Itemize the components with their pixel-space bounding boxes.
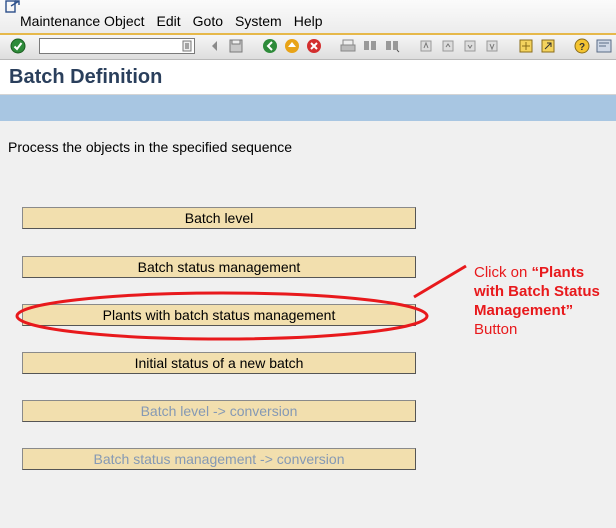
callout-suffix: Button [474,321,518,338]
customize-layout-icon[interactable] [596,38,612,54]
command-dropdown-icon[interactable] [182,40,192,52]
find-icon[interactable] [362,38,378,54]
back-icon[interactable] [262,38,278,54]
command-input[interactable] [40,42,182,56]
command-field[interactable] [39,38,195,56]
callout-prefix: Click on [474,264,532,281]
plants-with-batch-status-management-button[interactable]: Plants with batch status management [22,304,416,326]
svg-text:?: ? [579,42,585,53]
menu-edit[interactable]: Edit [157,13,181,29]
application-toolbar [0,95,616,121]
callout-arrow [413,264,467,299]
menu-goto[interactable]: Goto [193,13,223,29]
page-title: Batch Definition [9,66,163,88]
help-icon[interactable]: ? [574,38,590,54]
enter-checkmark-icon[interactable] [10,38,26,54]
shortcut-icon[interactable] [540,38,556,54]
exit-icon[interactable] [284,38,300,54]
initial-status-new-batch-button[interactable]: Initial status of a new batch [22,352,416,374]
title-bar: Batch Definition [0,60,616,95]
menu-system[interactable]: System [235,13,282,29]
print-icon[interactable] [340,38,356,54]
menu-help[interactable]: Help [294,13,323,29]
batch-status-management-conversion-button: Batch status management -> conversion [22,448,416,470]
last-page-icon[interactable] [484,38,500,54]
back-nav-icon[interactable] [207,38,223,54]
batch-level-conversion-button: Batch level -> conversion [22,400,416,422]
exit-arrow-icon[interactable] [5,0,21,14]
save-icon[interactable] [228,38,244,54]
create-session-icon[interactable] [518,38,534,54]
menu-bar: Maintenance Object Edit Goto System Help [0,0,616,35]
menu-maintenance-object[interactable]: Maintenance Object [20,13,145,29]
first-page-icon[interactable] [418,38,434,54]
cancel-icon[interactable] [306,38,322,54]
callout-text: Click on “Plants with Batch Status Manag… [474,263,614,339]
instruction-text: Process the objects in the specified seq… [8,139,293,155]
standard-toolbar: ? [0,35,616,60]
find-next-icon[interactable] [384,38,400,54]
batch-level-button[interactable]: Batch level [22,207,416,229]
batch-status-management-button[interactable]: Batch status management [22,256,416,278]
previous-page-icon[interactable] [440,38,456,54]
next-page-icon[interactable] [462,38,478,54]
